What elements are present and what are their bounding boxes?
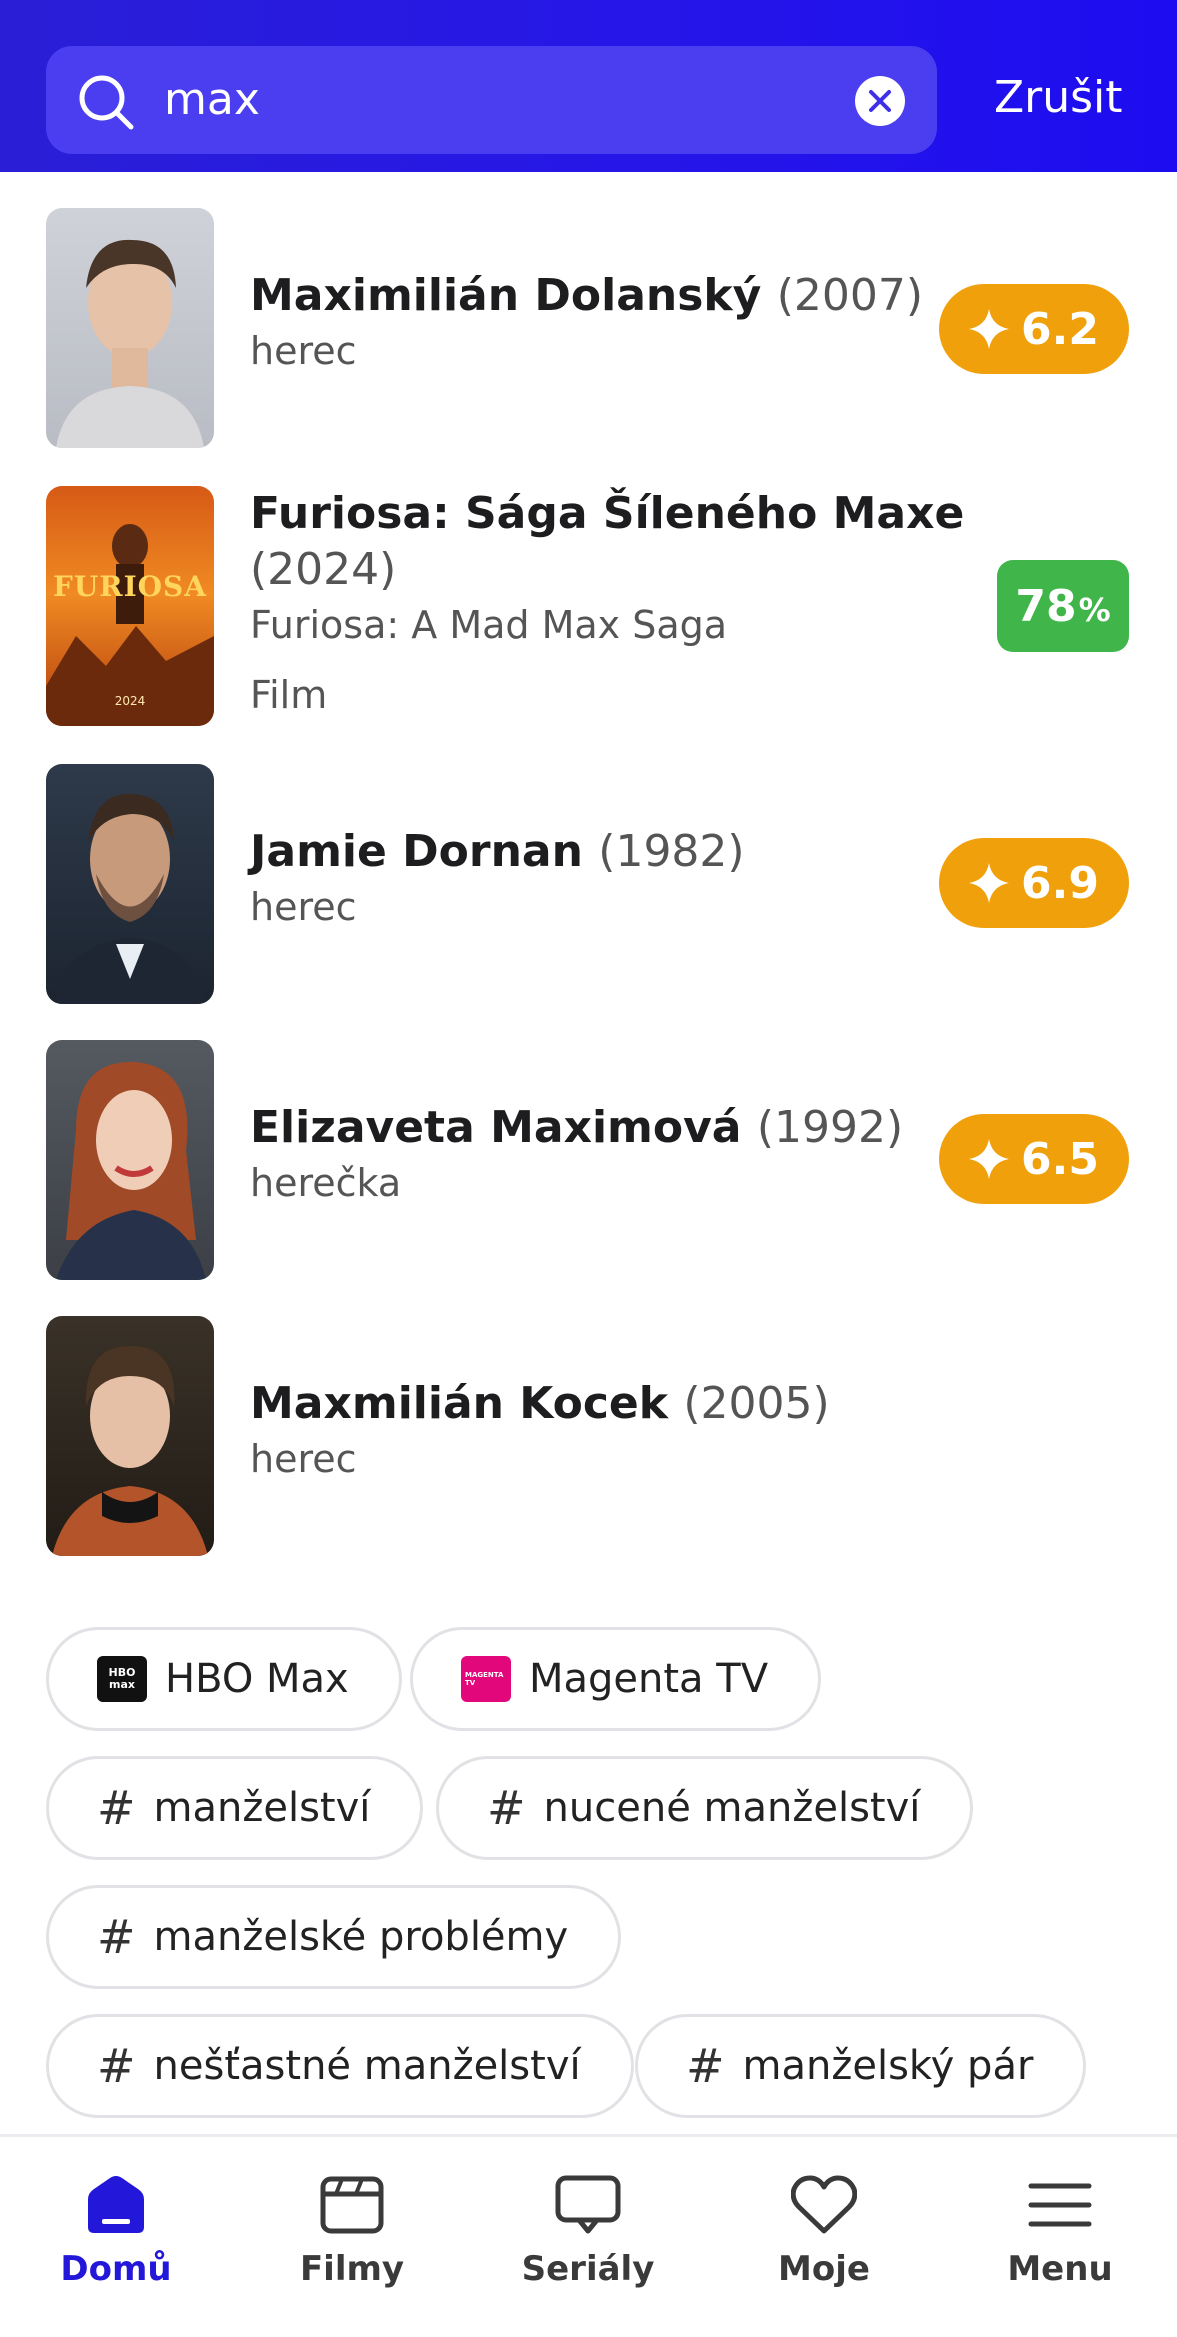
bottom-navigation: Domů Filmy Seriály Moje Menu [0, 2134, 1177, 2337]
result-role: herec [250, 1437, 357, 1481]
hashtag-icon: # [686, 2039, 725, 2093]
star-icon [969, 309, 1010, 349]
hashtag-icon: # [97, 1910, 136, 1964]
result-title: Elizaveta Maximová (1992) [250, 1102, 904, 1153]
result-type: Film [250, 673, 328, 717]
result-title: Maxmilián Kocek (2005) [250, 1378, 830, 1429]
home-icon [88, 2176, 144, 2233]
tag-chip[interactable]: # manželské problémy [46, 1885, 622, 1989]
heart-icon [791, 2175, 857, 2234]
nav-mine[interactable]: Moje [724, 2167, 924, 2289]
search-box[interactable]: max [46, 46, 937, 154]
hbo-max-logo: HBO max [97, 1656, 147, 1702]
search-icon [79, 75, 134, 130]
rating-badge: 6.2 [939, 284, 1129, 374]
result-title: Furiosa: Sága Šíleného Maxe [250, 488, 965, 539]
result-item[interactable]: Jamie Dornan (1982) herec 6.9 [0, 764, 1177, 1004]
result-item[interactable]: Elizaveta Maximová (1992) herečka 6.5 [0, 1040, 1177, 1280]
nav-menu[interactable]: Menu [960, 2167, 1160, 2289]
hashtag-icon: # [97, 1781, 136, 1835]
nav-series[interactable]: Seriály [488, 2167, 688, 2289]
chip-hbo-max[interactable]: HBO max HBO Max [46, 1627, 402, 1731]
hashtag-icon: # [97, 2039, 136, 2093]
tag-chip[interactable]: # nešťastné manželství [46, 2014, 634, 2118]
tag-chip[interactable]: # manželský pár [635, 2014, 1087, 2118]
score-badge: 78% [997, 560, 1129, 652]
clear-search-button[interactable] [855, 76, 905, 126]
film-icon [320, 2176, 384, 2234]
result-role: herečka [250, 1161, 402, 1205]
tag-chip[interactable]: # nucené manželství [436, 1756, 974, 1860]
result-role: herec [250, 329, 357, 373]
person-photo [46, 1316, 214, 1556]
result-item[interactable]: Maximilián Dolanský (2007) herec 6.2 [0, 208, 1177, 448]
result-title: Maximilián Dolanský (2007) [250, 270, 923, 321]
result-role: herec [250, 885, 357, 929]
close-icon [869, 90, 891, 112]
nav-home[interactable]: Domů [16, 2167, 216, 2289]
rating-badge: 6.5 [939, 1114, 1129, 1204]
star-icon [969, 1139, 1010, 1179]
search-header: max Zrušit [0, 0, 1177, 172]
person-photo [46, 764, 214, 1004]
result-item[interactable]: FURIOSA 2024 Furiosa: Sága Šíleného Maxe… [0, 486, 1177, 726]
poster-year: 2024 [114, 694, 146, 708]
person-photo [46, 1040, 214, 1280]
magenta-tv-logo: MAGENTA TV [461, 1656, 511, 1702]
result-year: (2024) [250, 544, 397, 595]
rating-badge: 6.9 [939, 838, 1129, 928]
cancel-button[interactable]: Zrušit [994, 72, 1123, 123]
result-title: Jamie Dornan (1982) [250, 826, 745, 877]
chip-magenta-tv[interactable]: MAGENTA TV Magenta TV [410, 1627, 822, 1731]
tv-icon [555, 2175, 621, 2234]
poster-title: FURIOSA [53, 570, 207, 603]
tag-chip[interactable]: # manželství [46, 1756, 424, 1860]
result-original-title: Furiosa: A Mad Max Saga [250, 603, 728, 647]
hashtag-icon: # [487, 1781, 526, 1835]
star-icon [969, 863, 1010, 903]
search-input[interactable]: max [164, 46, 260, 154]
menu-icon [1028, 2183, 1092, 2227]
result-item[interactable]: Maxmilián Kocek (2005) herec [0, 1316, 1177, 1556]
nav-films[interactable]: Filmy [252, 2167, 452, 2289]
person-photo [46, 208, 214, 448]
movie-poster: FURIOSA 2024 [46, 486, 214, 726]
